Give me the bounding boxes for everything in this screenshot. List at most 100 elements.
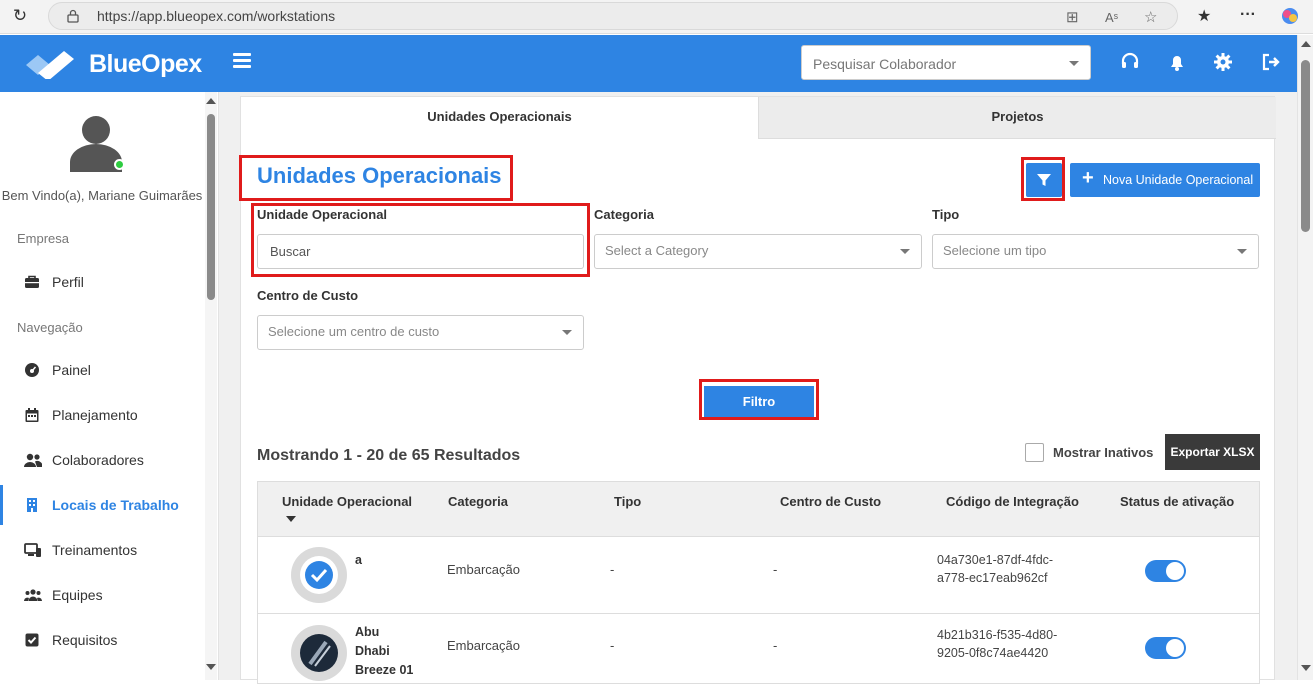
logout-icon[interactable] — [1260, 51, 1282, 73]
unit-type: - — [610, 562, 615, 577]
gear-icon[interactable] — [1212, 51, 1234, 73]
sidebar-item-label: Painel — [52, 362, 91, 378]
show-inactive-label[interactable]: Mostrar Inativos — [1053, 445, 1153, 460]
scroll-up-arrow-icon[interactable] — [1301, 41, 1311, 47]
column-header-categoria[interactable]: Categoria — [448, 494, 508, 509]
centro-custo-select[interactable]: Selecione um centro de custo — [257, 315, 584, 350]
page-scroll-thumb[interactable] — [1301, 60, 1310, 232]
unit-integration-code-line1: 04a730e1-87df-4fdc- — [937, 553, 1054, 567]
apps-icon[interactable]: ⊞ — [1066, 8, 1079, 26]
tipo-select[interactable]: Selecione um tipo — [932, 234, 1259, 269]
bell-icon[interactable] — [1166, 51, 1188, 73]
unidade-filter-label: Unidade Operacional — [257, 207, 388, 222]
centro-placeholder: Selecione um centro de custo — [268, 324, 440, 339]
devices-icon — [24, 543, 41, 557]
unit-name-line1[interactable]: Abu — [355, 623, 379, 642]
activation-toggle[interactable] — [1145, 637, 1186, 659]
search-collaborator-select[interactable]: Pesquisar Colaborador — [801, 45, 1091, 80]
new-button-label: Nova Unidade Operacional — [1103, 173, 1254, 187]
page-scrollbar[interactable] — [1297, 35, 1313, 680]
sidebar-item-painel[interactable]: Painel — [0, 350, 204, 390]
categoria-placeholder: Select a Category — [605, 243, 709, 258]
lock-icon — [67, 9, 79, 23]
copilot-icon[interactable] — [1280, 6, 1300, 26]
sidebar: Bem Vindo(a), Mariane Guimarães Empresa … — [0, 92, 219, 680]
table-row[interactable]: Abu Dhabi Breeze 01 Embarcação - - 4b21b… — [257, 614, 1260, 684]
unit-name-line2[interactable]: Dhabi — [355, 642, 390, 661]
favorite-star-icon[interactable]: ☆ — [1144, 8, 1157, 26]
tipo-filter-label: Tipo — [932, 207, 960, 222]
favorites-icon[interactable]: ★ — [1197, 6, 1211, 26]
chevron-down-icon — [1237, 249, 1247, 254]
column-header-centro[interactable]: Centro de Custo — [780, 494, 881, 509]
address-bar[interactable]: https://app.blueopex.com/workstations ⊞ … — [48, 2, 1178, 30]
apply-filter-button[interactable]: Filtro — [704, 386, 814, 417]
sidebar-item-equipes[interactable]: Equipes — [0, 575, 204, 615]
sidebar-scrollbar[interactable] — [205, 92, 217, 680]
app-header: BlueOpex Pesquisar Colaborador — [0, 35, 1297, 92]
show-inactive-checkbox[interactable] — [1025, 443, 1044, 462]
sidebar-item-label: Treinamentos — [52, 542, 138, 558]
brand-name[interactable]: BlueOpex — [89, 50, 202, 79]
dashboard-icon — [25, 363, 39, 377]
welcome-text: Bem Vindo(a), Mariane Guimarães — [1, 188, 203, 203]
verified-check-icon — [305, 561, 333, 589]
read-aloud-icon[interactable]: Aˢ — [1105, 10, 1118, 25]
unidade-search-input[interactable]: Buscar — [257, 234, 584, 269]
unit-cost-center: - — [773, 562, 778, 577]
sidebar-item-requisitos[interactable]: Requisitos — [0, 620, 204, 660]
unit-avatar — [291, 547, 347, 603]
scroll-down-arrow-icon[interactable] — [206, 664, 216, 670]
sidebar-scroll-thumb[interactable] — [207, 114, 215, 300]
headset-icon[interactable] — [1119, 51, 1141, 73]
unit-name[interactable]: a — [355, 551, 362, 570]
unit-type: - — [610, 638, 615, 653]
sidebar-item-locais-de-trabalho[interactable]: Locais de Trabalho — [0, 485, 204, 525]
new-operational-unit-button[interactable]: + Nova Unidade Operacional — [1070, 163, 1260, 197]
vessel-photo-icon — [308, 640, 331, 667]
unit-cost-center: - — [773, 638, 778, 653]
filter-icon — [1037, 174, 1051, 186]
sidebar-item-label: Colaboradores — [52, 452, 144, 468]
centro-filter-label: Centro de Custo — [257, 288, 359, 303]
building-icon — [27, 498, 37, 512]
reload-icon[interactable]: ↻ — [10, 6, 30, 26]
url-text: https://app.blueopex.com/workstations — [97, 8, 336, 24]
more-icon[interactable]: ··· — [1240, 6, 1256, 24]
sidebar-item-treinamentos[interactable]: Treinamentos — [0, 530, 204, 570]
column-header-codigo[interactable]: Código de Integração — [946, 494, 1079, 509]
column-header-unidade[interactable]: Unidade Operacional — [282, 494, 412, 509]
search-placeholder: Pesquisar Colaborador — [813, 56, 957, 72]
sort-desc-icon[interactable] — [286, 516, 296, 522]
chevron-down-icon — [1069, 61, 1079, 66]
unit-integration-code-line2: 9205-0f8c74ae4420 — [937, 646, 1049, 660]
table-header: Unidade Operacional Categoria Tipo Centr… — [257, 481, 1260, 537]
table-row[interactable]: a Embarcação - - 04a730e1-87df-4fdc- a77… — [257, 537, 1260, 614]
page-title: Unidades Operacionais — [257, 163, 502, 188]
column-header-status[interactable]: Status de ativação — [1120, 494, 1234, 509]
unit-category: Embarcação — [447, 562, 520, 577]
unit-avatar — [291, 625, 347, 681]
tab-projetos[interactable]: Projetos — [758, 97, 1276, 139]
menu-toggle-icon[interactable] — [233, 53, 251, 69]
scroll-down-arrow-icon[interactable] — [1301, 665, 1311, 671]
blueopex-logo-icon[interactable] — [24, 47, 78, 79]
column-header-tipo[interactable]: Tipo — [614, 494, 641, 509]
section-label-empresa: Empresa — [17, 231, 70, 246]
online-status-dot — [114, 159, 125, 170]
activation-toggle[interactable] — [1145, 560, 1186, 582]
tab-unidades-operacionais[interactable]: Unidades Operacionais — [241, 97, 758, 139]
sidebar-item-label: Equipes — [52, 587, 103, 603]
categoria-select[interactable]: Select a Category — [594, 234, 922, 269]
scroll-up-arrow-icon[interactable] — [206, 98, 216, 104]
unit-name-line3[interactable]: Breeze 01 — [355, 661, 413, 680]
plus-icon: + — [1082, 167, 1094, 189]
sidebar-item-label: Perfil — [52, 274, 84, 290]
section-label-navegacao: Navegação — [17, 320, 83, 335]
toggle-filters-button[interactable] — [1026, 163, 1062, 197]
chevron-down-icon — [562, 330, 572, 335]
sidebar-item-perfil[interactable]: Perfil — [0, 262, 204, 302]
sidebar-item-planejamento[interactable]: Planejamento — [0, 395, 204, 435]
export-xlsx-button[interactable]: Exportar XLSX — [1165, 434, 1260, 470]
sidebar-item-colaboradores[interactable]: Colaboradores — [0, 440, 204, 480]
